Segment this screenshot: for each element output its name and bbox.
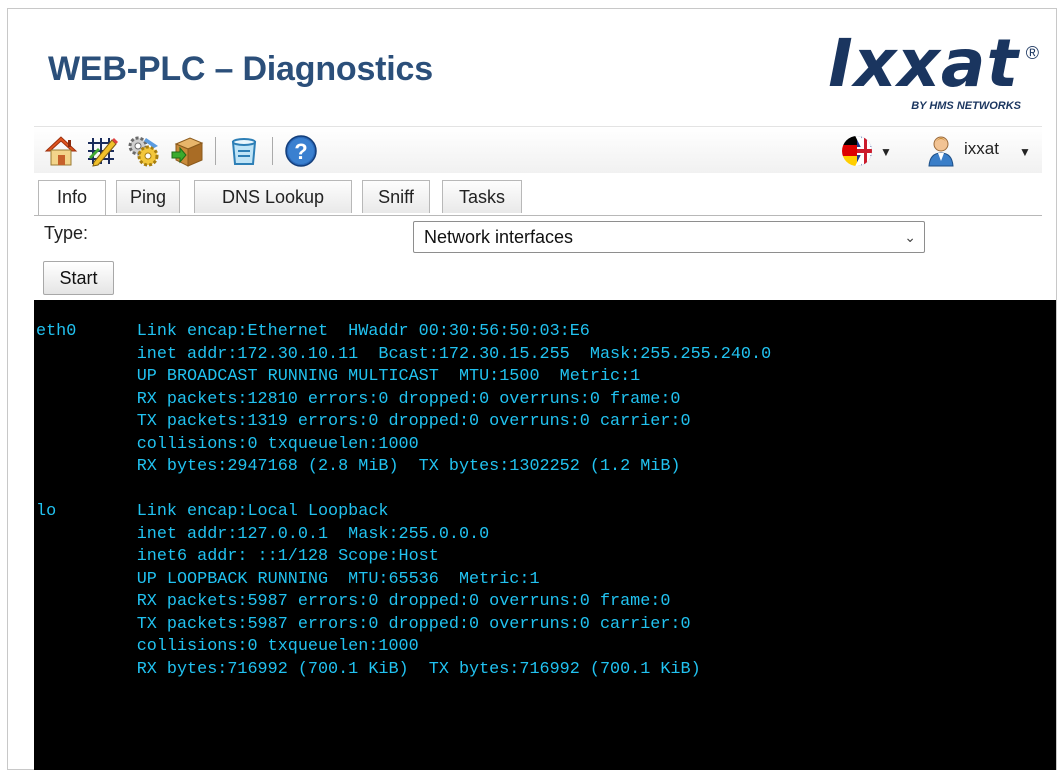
chevron-down-icon: ⌄: [904, 229, 916, 245]
tab-bar: Info Ping DNS Lookup Sniff Tasks: [34, 173, 1042, 216]
console-text: eth0 Link encap:Ethernet HWaddr 00:30:56…: [36, 322, 772, 679]
logo-wordmark: Ixxat: [828, 25, 1019, 102]
header: WEB-PLC – Diagnostics Ixxat ® BY HMS NET…: [8, 9, 1056, 129]
svg-text:?: ?: [294, 139, 307, 164]
logo-registered-mark: ®: [1025, 43, 1039, 63]
tab-ping[interactable]: Ping: [116, 180, 180, 213]
toolbar-divider: [272, 137, 273, 165]
gears-icon[interactable]: [126, 134, 160, 168]
type-select-value: Network interfaces: [424, 227, 574, 247]
user-chevron-down-icon[interactable]: ▼: [1019, 145, 1031, 159]
toolbar-divider: [215, 137, 216, 165]
start-button[interactable]: Start: [43, 261, 114, 295]
package-icon[interactable]: [170, 134, 204, 168]
user-name[interactable]: ixxat: [964, 139, 999, 159]
console-output[interactable]: eth0 Link encap:Ethernet HWaddr 00:30:56…: [34, 300, 1056, 770]
tab-tasks[interactable]: Tasks: [442, 180, 522, 213]
type-label: Type:: [44, 223, 89, 243]
logo-tagline: BY HMS NETWORKS: [911, 100, 1021, 112]
tab-dns-lookup[interactable]: DNS Lookup: [194, 180, 352, 213]
app-frame: WEB-PLC – Diagnostics Ixxat ® BY HMS NET…: [7, 8, 1057, 770]
home-icon[interactable]: [44, 134, 78, 168]
page-title: WEB-PLC – Diagnostics: [48, 50, 433, 88]
tab-sniff[interactable]: Sniff: [362, 180, 430, 213]
language-chevron-down-icon[interactable]: ▼: [880, 145, 892, 159]
user-avatar-icon[interactable]: [924, 134, 958, 168]
german-british-flag-icon[interactable]: [840, 134, 874, 168]
help-icon[interactable]: ?: [284, 134, 318, 168]
toolbar: ? ▼ ixxat ▼: [34, 126, 1042, 173]
grid-edit-icon[interactable]: [84, 134, 118, 168]
ixxat-logo: Ixxat ® BY HMS NETWORKS: [796, 31, 1041, 122]
tab-info[interactable]: Info: [38, 180, 106, 215]
type-select[interactable]: Network interfaces ⌄: [413, 221, 925, 253]
backup-box-icon[interactable]: [227, 134, 261, 168]
